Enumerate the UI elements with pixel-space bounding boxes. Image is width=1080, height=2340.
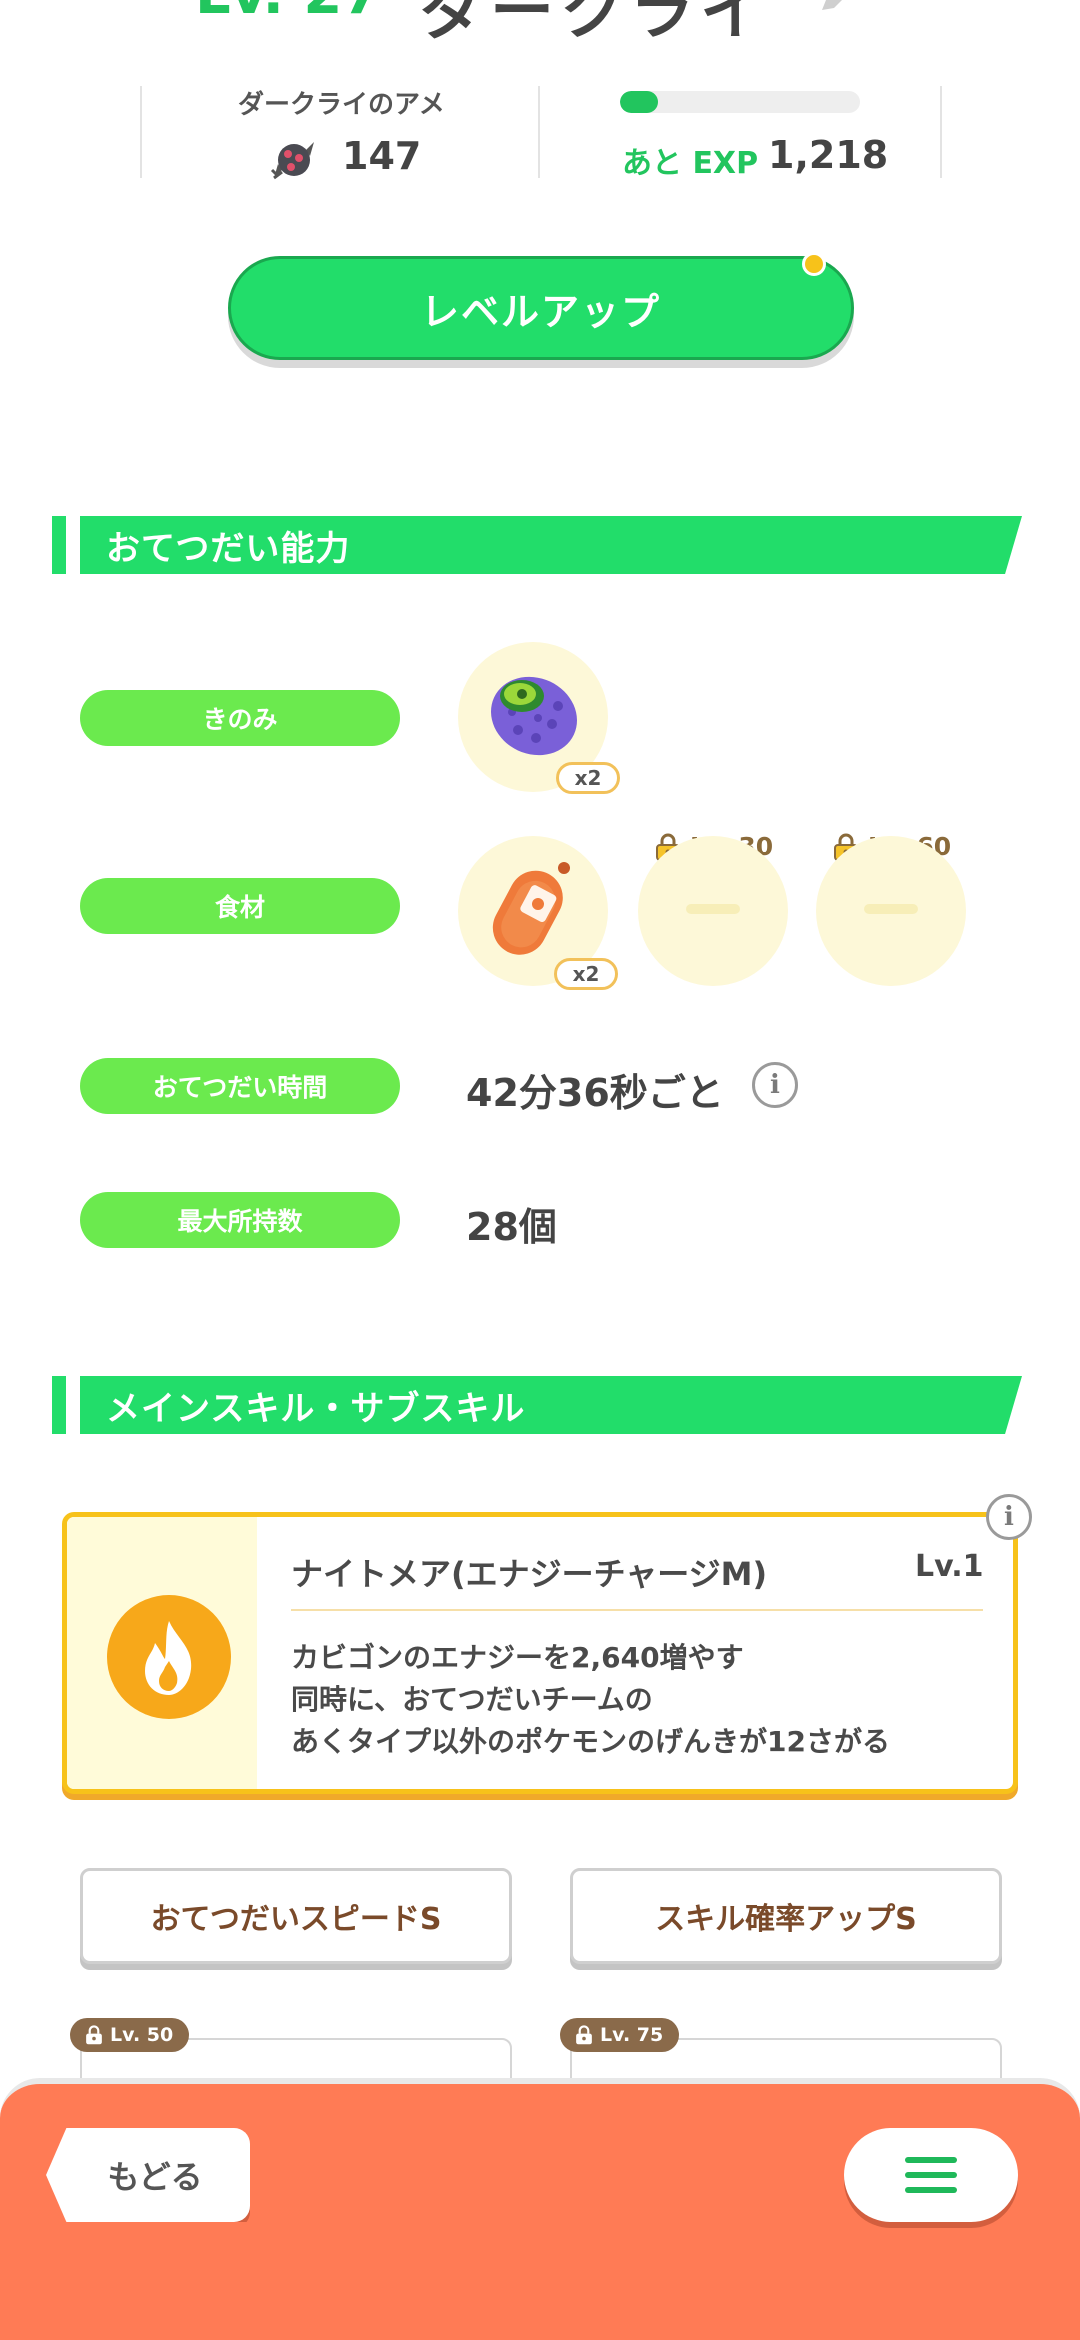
hamburger-menu-icon [905,2157,957,2193]
sub-skill-button[interactable]: スキル確率アップS [570,1868,1002,1964]
exp-remaining-label: あと EXP [622,146,759,181]
berries-label: きのみ [80,690,400,746]
menu-button[interactable] [844,2128,1018,2222]
sub-skill-button[interactable]: おてつだいスピードS [80,1868,512,1964]
max-carry-label: 最大所持数 [80,1192,400,1248]
sub-skill-lock-tag: Lv. 50 [70,2018,190,2052]
empty-dash [686,904,740,914]
pokemon-name: ダークライ [420,0,770,49]
pokemon-level: Lv. 27 [195,0,381,27]
divider [940,86,942,178]
exp-progress-bar [620,91,860,113]
lock-level-text: Lv. 75 [600,2024,664,2046]
candy-icon [270,142,314,180]
description-line: 同時に、おてつだいチームの [291,1683,653,1716]
notification-dot [802,252,826,276]
level-up-button[interactable]: レベルアップ [228,256,854,360]
info-icon[interactable]: i [986,1494,1032,1540]
help-ability-section-title: おてつだい能力 [80,516,1022,574]
description-line: カビゴンのエナジーを2,640増やす [291,1641,744,1674]
help-time-label: おてつだい時間 [80,1058,400,1114]
section-marker [52,516,66,574]
skill-section-title: メインスキル・サブスキル [80,1376,1022,1434]
back-button[interactable]: もどる [46,2128,250,2222]
candy-label: ダークライのアメ [238,90,445,120]
empty-dash [864,904,918,914]
main-skill-card[interactable]: ナイトメア(エナジーチャージM) Lv.1 カビゴンのエナジーを2,640増やす… [62,1512,1018,1794]
berry-multiplier-badge: x2 [556,762,620,794]
exp-remaining-value: 1,218 [768,133,889,177]
ingredients-label: 食材 [80,878,400,934]
divider [140,86,142,178]
divider [291,1609,983,1611]
main-skill-level: Lv.1 [915,1549,984,1584]
edit-name-icon[interactable] [818,0,852,14]
help-time-value: 42分36秒ごと [466,1071,724,1115]
skill-type-badge [107,1595,231,1719]
description-line: あくタイプ以外のポケモンのげんきが12さがる [291,1725,890,1758]
lock-icon [576,2025,592,2045]
lock-level-text: Lv. 50 [110,2024,174,2046]
exp-progress-fill [620,91,659,113]
sausage-icon [492,862,570,955]
lock-icon [86,2025,102,2045]
max-carry-value: 28個 [466,1205,557,1249]
ingredient-multiplier-badge: x2 [554,958,618,990]
main-skill-description: カビゴンのエナジーを2,640増やす 同時に、おてつだいチームの あくタイプ以外… [291,1637,991,1763]
fire-icon [145,1621,192,1695]
sub-skill-lock-tag: Lv. 75 [560,2018,680,2052]
info-icon[interactable]: i [752,1062,798,1108]
section-marker [52,1376,66,1434]
main-skill-name: ナイトメア(エナジーチャージM) [291,1555,768,1593]
berry-icon [491,676,577,756]
candy-count: 147 [342,134,422,178]
